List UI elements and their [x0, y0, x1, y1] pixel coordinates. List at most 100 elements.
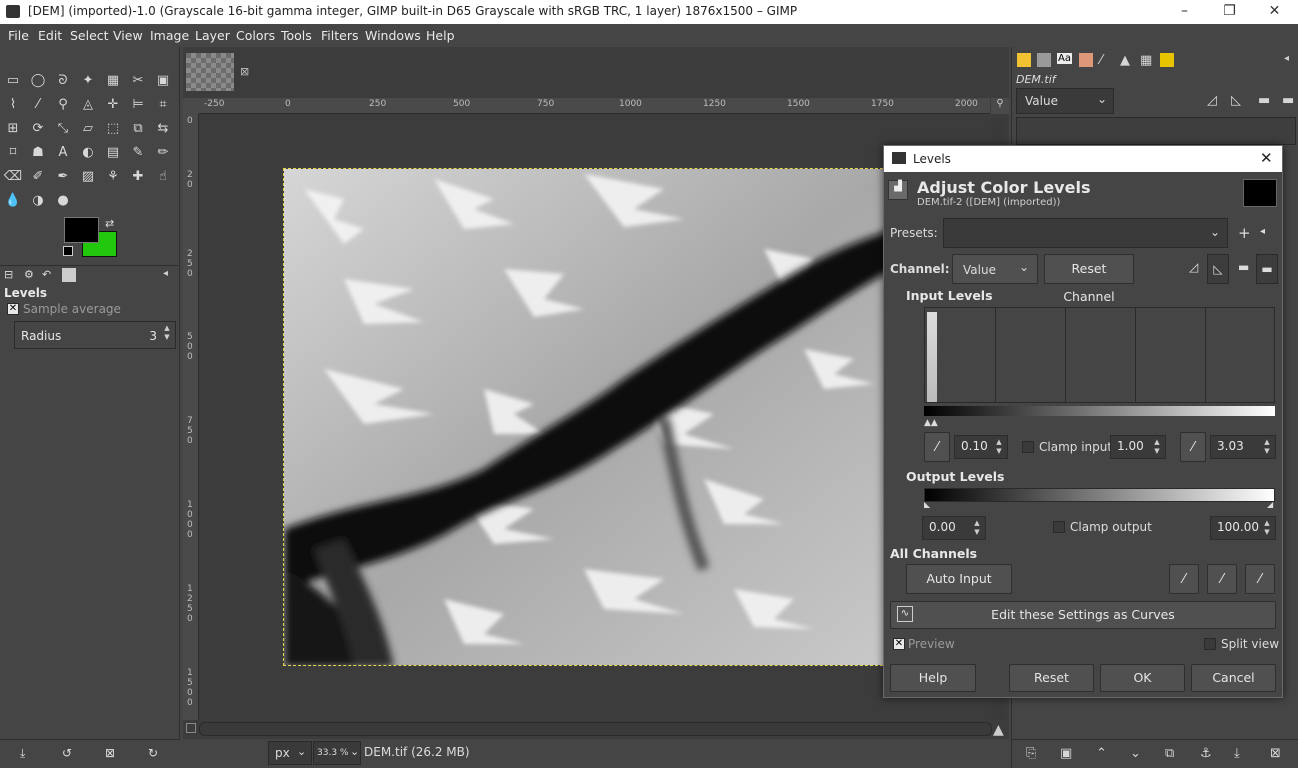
menu-image[interactable]: Image — [150, 28, 189, 43]
device-status-tab-icon[interactable]: ⚙ — [24, 268, 34, 281]
paths-icon[interactable]: ⌇ — [2, 93, 24, 115]
shear-icon[interactable]: ▱ — [77, 117, 99, 139]
linear-histogram-icon[interactable]: ◿ — [1207, 93, 1217, 108]
spin-arrows[interactable]: ▲ ▼ — [1151, 438, 1163, 456]
unified-transform-icon[interactable]: ⊞ — [2, 117, 24, 139]
preset-menu-icon[interactable]: ◂ — [1260, 226, 1265, 237]
align-icon[interactable]: ⊨ — [127, 93, 149, 115]
fg-bg-tab-icon[interactable] — [1017, 53, 1031, 67]
images-tab-icon[interactable] — [62, 268, 76, 282]
pick-white-all-button[interactable]: ⁄ — [1245, 564, 1275, 594]
cancel-button[interactable]: Cancel — [1191, 664, 1276, 692]
clamp-input-checkbox[interactable] — [1022, 441, 1034, 453]
gradient-icon[interactable]: ▤ — [102, 141, 124, 163]
scale-icon[interactable]: ⤡ — [52, 117, 74, 139]
unit-select[interactable]: px ⌄ — [268, 741, 312, 765]
reset-button[interactable]: Reset — [1009, 664, 1094, 692]
histogram-style-icon[interactable]: ▬ — [1238, 260, 1249, 274]
image-tab-thumbnail[interactable] — [186, 53, 234, 91]
horizontal-scrollbar[interactable] — [199, 722, 992, 736]
menu-windows[interactable]: Windows — [365, 28, 421, 43]
fuzzy-select-icon[interactable]: ✦ — [77, 69, 99, 91]
new-layer-icon[interactable]: ⎘ — [1026, 746, 1036, 761]
zoom-select[interactable]: 33.3 % ⌄ — [313, 741, 361, 765]
text-icon[interactable]: A — [52, 141, 74, 163]
ok-button[interactable]: OK — [1100, 664, 1185, 692]
palettes-tab-icon[interactable] — [1079, 53, 1093, 67]
spin-arrows[interactable]: ▲ ▼ — [1261, 519, 1273, 537]
airbrush-icon[interactable]: ✐ — [27, 165, 49, 187]
undo-history-tab-icon[interactable]: ↶ — [42, 268, 51, 281]
fonts-tab-icon[interactable]: Aa — [1057, 53, 1072, 64]
pick-black-all-button[interactable]: ⁄ — [1169, 564, 1199, 594]
menu-edit[interactable]: Edit — [38, 28, 62, 43]
spin-arrows[interactable]: ▲ ▼ — [971, 519, 983, 537]
radius-spinner[interactable]: Radius 3 ▲ ▼ — [14, 321, 176, 349]
dock-channel-select[interactable]: Value ⌄ — [1016, 88, 1114, 114]
spin-arrows[interactable]: ▲ ▼ — [993, 438, 1005, 456]
output-low-spinner[interactable]: 0.00 ▲ ▼ — [922, 516, 986, 540]
cage-transform-icon[interactable]: ⌑ — [2, 141, 24, 163]
pattern-tab-icon[interactable] — [1037, 53, 1051, 67]
foreground-select-icon[interactable]: ▣ — [152, 69, 174, 91]
gamma-spinner[interactable]: 1.00 ▲ ▼ — [1110, 435, 1166, 459]
heal-icon[interactable]: ✚ — [127, 165, 149, 187]
raise-layer-icon[interactable]: ⌃ — [1096, 746, 1107, 761]
configure-tab-icon[interactable]: ◂ — [163, 268, 168, 279]
clone-icon[interactable]: ⚘ — [102, 165, 124, 187]
input-low-spinner[interactable]: 0.10 ▲ ▼ — [954, 435, 1008, 459]
save-options-icon[interactable]: ⤓ — [20, 746, 25, 761]
presets-select[interactable]: ⌄ — [943, 218, 1228, 248]
move-icon[interactable]: ✛ — [102, 93, 124, 115]
gradients-tab-icon[interactable]: ▦ — [1140, 53, 1152, 68]
dem-image-canvas[interactable] — [283, 168, 893, 666]
lasso-icon[interactable]: ᘐ — [52, 69, 74, 91]
swap-colors-icon[interactable]: ⇄ — [105, 217, 114, 230]
sample-average-checkbox[interactable]: ✕ — [7, 303, 19, 315]
clamp-output-checkbox[interactable] — [1053, 521, 1065, 533]
default-colors-icon[interactable] — [63, 246, 73, 256]
navigate-icon[interactable]: ▲ — [993, 722, 1004, 738]
spin-arrows[interactable]: ▲ ▼ — [1261, 438, 1273, 456]
output-slider-high[interactable]: ◢ — [1267, 500, 1273, 509]
scissors-icon[interactable]: ✂ — [127, 69, 149, 91]
rotate-icon[interactable]: ⟳ — [27, 117, 49, 139]
histogram-style-icon[interactable]: ▬ — [1256, 254, 1278, 284]
linear-histogram-icon[interactable]: ◿ — [1189, 260, 1198, 274]
delete-layer-icon[interactable]: ⊠ — [1270, 746, 1281, 761]
histogram-mode-icon[interactable]: ▬ — [1258, 93, 1270, 108]
channel-select[interactable]: Value ⌄ — [952, 254, 1038, 284]
ink-icon[interactable]: ✒ — [52, 165, 74, 187]
close-icon[interactable]: ✕ — [1260, 149, 1273, 167]
histogram-mode-icon[interactable]: ▬ — [1282, 93, 1294, 108]
brushes-tab-icon[interactable]: ⁄ — [1100, 53, 1102, 68]
radius-arrows[interactable]: ▲ ▼ — [161, 324, 173, 342]
dynamics-tab-icon[interactable] — [1160, 53, 1174, 67]
rect-select-icon[interactable]: ▭ — [2, 69, 24, 91]
menu-filters[interactable]: Filters — [321, 28, 358, 43]
tool-options-tab-icon[interactable]: ⊟ — [4, 268, 20, 284]
crop-icon[interactable]: ⌗ — [152, 93, 174, 115]
blur-icon[interactable]: 💧 — [2, 189, 24, 211]
pick-gray-all-button[interactable]: ⁄ — [1207, 564, 1237, 594]
delete-options-icon[interactable]: ⊠ — [105, 746, 115, 760]
lower-layer-icon[interactable]: ⌄ — [1130, 746, 1141, 761]
preview-checkbox[interactable]: ✕ — [893, 638, 905, 650]
perspective-icon[interactable]: ⬚ — [102, 117, 124, 139]
close-image-tab-icon[interactable]: ⊠ — [240, 65, 249, 78]
input-slider-handles[interactable]: ▲▲ — [924, 418, 938, 428]
menu-view[interactable]: View — [113, 28, 143, 43]
help-button[interactable]: Help — [890, 664, 976, 692]
restore-button[interactable]: ❐ — [1207, 0, 1252, 24]
reset-channel-button[interactable]: Reset Channel — [1044, 254, 1134, 304]
new-layer-group-icon[interactable]: ▣ — [1060, 746, 1072, 761]
zoom-fit-icon[interactable]: ⚲ — [991, 98, 1009, 114]
mypaint-brush-icon[interactable]: ▨ — [77, 165, 99, 187]
bucket-fill-icon[interactable]: ◐ — [77, 141, 99, 163]
histogram-tab-icon[interactable]: ▲ — [1120, 53, 1130, 68]
add-preset-icon[interactable]: + — [1238, 224, 1251, 242]
duplicate-layer-icon[interactable]: ⧉ — [1165, 746, 1174, 761]
measure-icon[interactable]: ◬ — [77, 93, 99, 115]
menu-layer[interactable]: Layer — [195, 28, 230, 43]
flip-icon[interactable]: ⇆ — [152, 117, 174, 139]
